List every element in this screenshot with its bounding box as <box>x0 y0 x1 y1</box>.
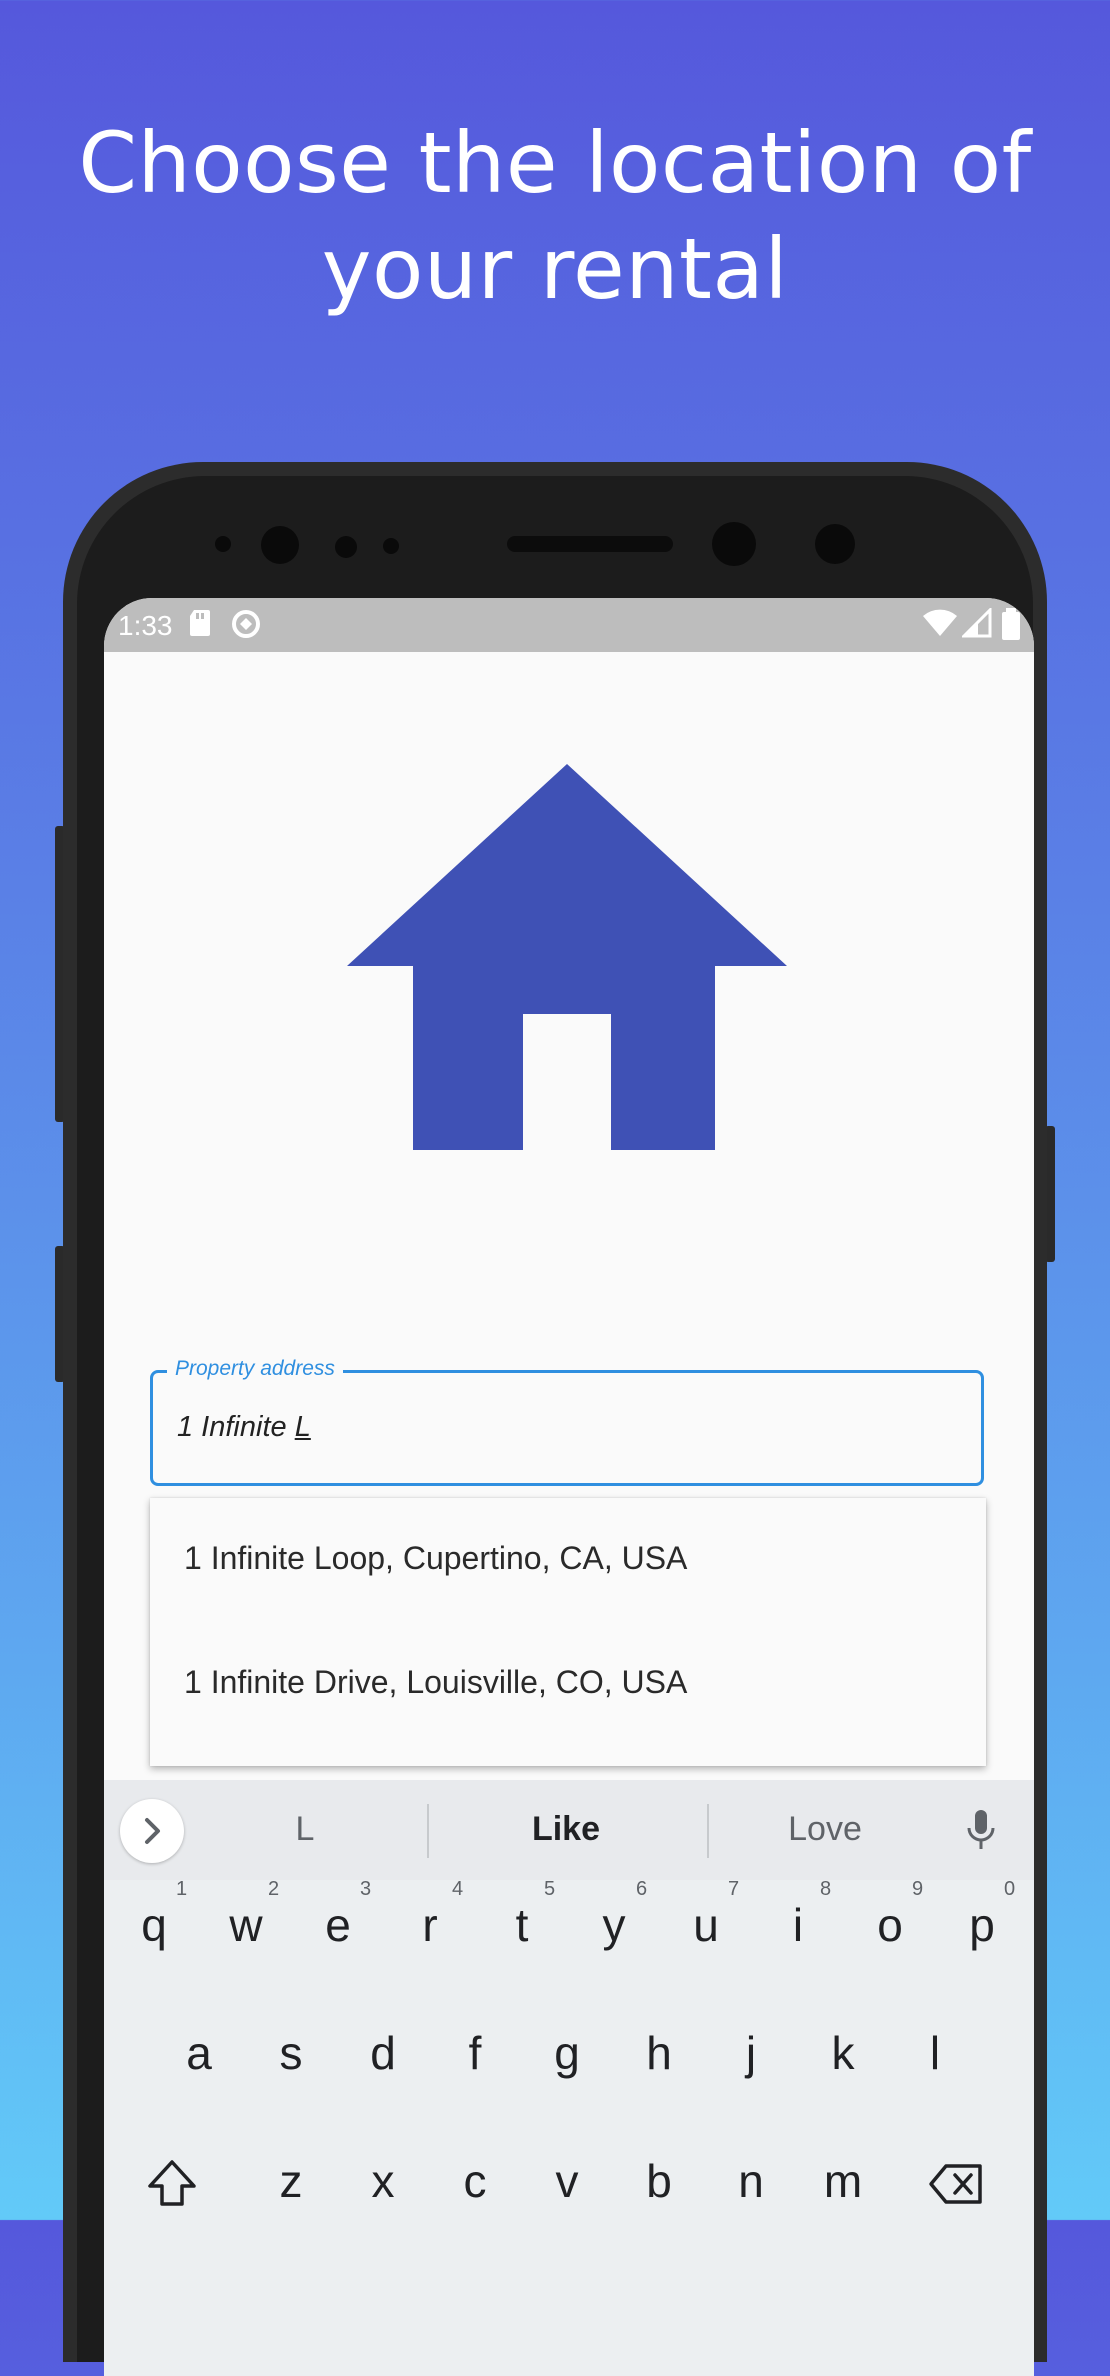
property-address-value[interactable]: 1 Infinite L <box>177 1411 311 1444</box>
chevron-right-icon <box>145 1818 160 1844</box>
front-camera <box>261 526 299 564</box>
key-i[interactable]: i <box>758 1898 838 1952</box>
key-p[interactable]: p <box>942 1898 1022 1952</box>
property-address-field[interactable]: Property address 1 Infinite L <box>150 1357 984 1486</box>
key-hint: 0 <box>1004 1878 1016 1900</box>
key-b[interactable]: b <box>619 2154 699 2208</box>
key-l[interactable]: l <box>895 2026 975 2080</box>
keyboard-expand-button[interactable] <box>120 1799 184 1863</box>
key-g[interactable]: g <box>527 2026 607 2080</box>
key-w[interactable]: w <box>206 1898 286 1952</box>
soft-keyboard: L Like Love q w e r t y u i o p 1 2 3 4 … <box>104 1780 1034 2376</box>
word-suggestion[interactable]: Love <box>725 1810 925 1849</box>
front-camera <box>815 524 855 564</box>
key-hint: 5 <box>544 1878 556 1900</box>
phone-bezel: 1:33 Property address 1 Infinite L 1 Inf… <box>77 476 1034 2376</box>
key-r[interactable]: r <box>390 1898 470 1952</box>
suggestion-divider <box>427 1804 429 1858</box>
key-hint: 2 <box>268 1878 280 1900</box>
headline-line-1: Choose the location of <box>78 114 1032 212</box>
keyboard-suggestion-bar: L Like Love <box>104 1780 1034 1880</box>
status-bar: 1:33 <box>104 598 1034 652</box>
key-a[interactable]: a <box>159 2026 239 2080</box>
wifi-icon <box>922 608 958 645</box>
key-hint: 7 <box>728 1878 740 1900</box>
status-time: 1:33 <box>118 610 173 641</box>
key-hint: 9 <box>912 1878 924 1900</box>
key-k[interactable]: k <box>803 2026 883 2080</box>
key-d[interactable]: d <box>343 2026 423 2080</box>
key-q[interactable]: q <box>114 1898 194 1952</box>
address-composing-text: L <box>294 1411 311 1443</box>
key-hint: 4 <box>452 1878 464 1900</box>
key-n[interactable]: n <box>711 2154 791 2208</box>
front-camera <box>712 522 756 566</box>
address-suggestion-item[interactable]: 1 Infinite Drive, Louisville, CO, USA <box>184 1664 687 1701</box>
key-e[interactable]: e <box>298 1898 378 1952</box>
sd-card-icon <box>188 608 212 645</box>
key-z[interactable]: z <box>251 2154 331 2208</box>
shift-key[interactable] <box>132 2158 212 2219</box>
key-hint: 6 <box>636 1878 648 1900</box>
backspace-key[interactable] <box>916 2162 996 2216</box>
phone-screen: 1:33 Property address 1 Infinite L 1 Inf… <box>104 598 1034 2376</box>
word-suggestion[interactable]: L <box>205 1810 405 1849</box>
key-hint: 1 <box>176 1878 188 1900</box>
key-t[interactable]: t <box>482 1898 562 1952</box>
phone-frame: 1:33 Property address 1 Infinite L 1 Inf… <box>63 462 1047 2376</box>
key-y[interactable]: y <box>574 1898 654 1952</box>
earpiece-speaker <box>507 536 673 552</box>
address-suggestions-dropdown: 1 Infinite Loop, Cupertino, CA, USA 1 In… <box>150 1498 986 1766</box>
key-hint: 3 <box>360 1878 372 1900</box>
headline: Choose the location of your rental <box>0 110 1110 322</box>
property-address-label: Property address <box>167 1357 343 1381</box>
house-icon <box>347 764 787 1155</box>
key-hint: 8 <box>820 1878 832 1900</box>
key-c[interactable]: c <box>435 2154 515 2208</box>
key-m[interactable]: m <box>803 2154 883 2208</box>
battery-icon <box>1000 608 1022 647</box>
key-s[interactable]: s <box>251 2026 331 2080</box>
sensor-dot <box>383 538 399 554</box>
microphone-icon[interactable] <box>966 1808 996 1857</box>
address-value-text: 1 Infinite <box>177 1411 295 1443</box>
sync-icon <box>230 608 262 647</box>
address-suggestion-item[interactable]: 1 Infinite Loop, Cupertino, CA, USA <box>184 1540 687 1577</box>
sensor-dot <box>335 536 357 558</box>
sensor-dot <box>215 536 231 552</box>
backspace-icon <box>929 2164 982 2204</box>
word-suggestion[interactable]: Like <box>466 1810 666 1849</box>
suggestion-divider <box>707 1804 709 1858</box>
key-f[interactable]: f <box>435 2026 515 2080</box>
cell-signal-icon <box>960 606 992 645</box>
key-o[interactable]: o <box>850 1898 930 1952</box>
key-h[interactable]: h <box>619 2026 699 2080</box>
key-v[interactable]: v <box>527 2154 607 2208</box>
key-j[interactable]: j <box>711 2026 791 2080</box>
headline-line-2: your rental <box>321 220 789 318</box>
shift-icon <box>148 2160 196 2206</box>
key-u[interactable]: u <box>666 1898 746 1952</box>
key-x[interactable]: x <box>343 2154 423 2208</box>
